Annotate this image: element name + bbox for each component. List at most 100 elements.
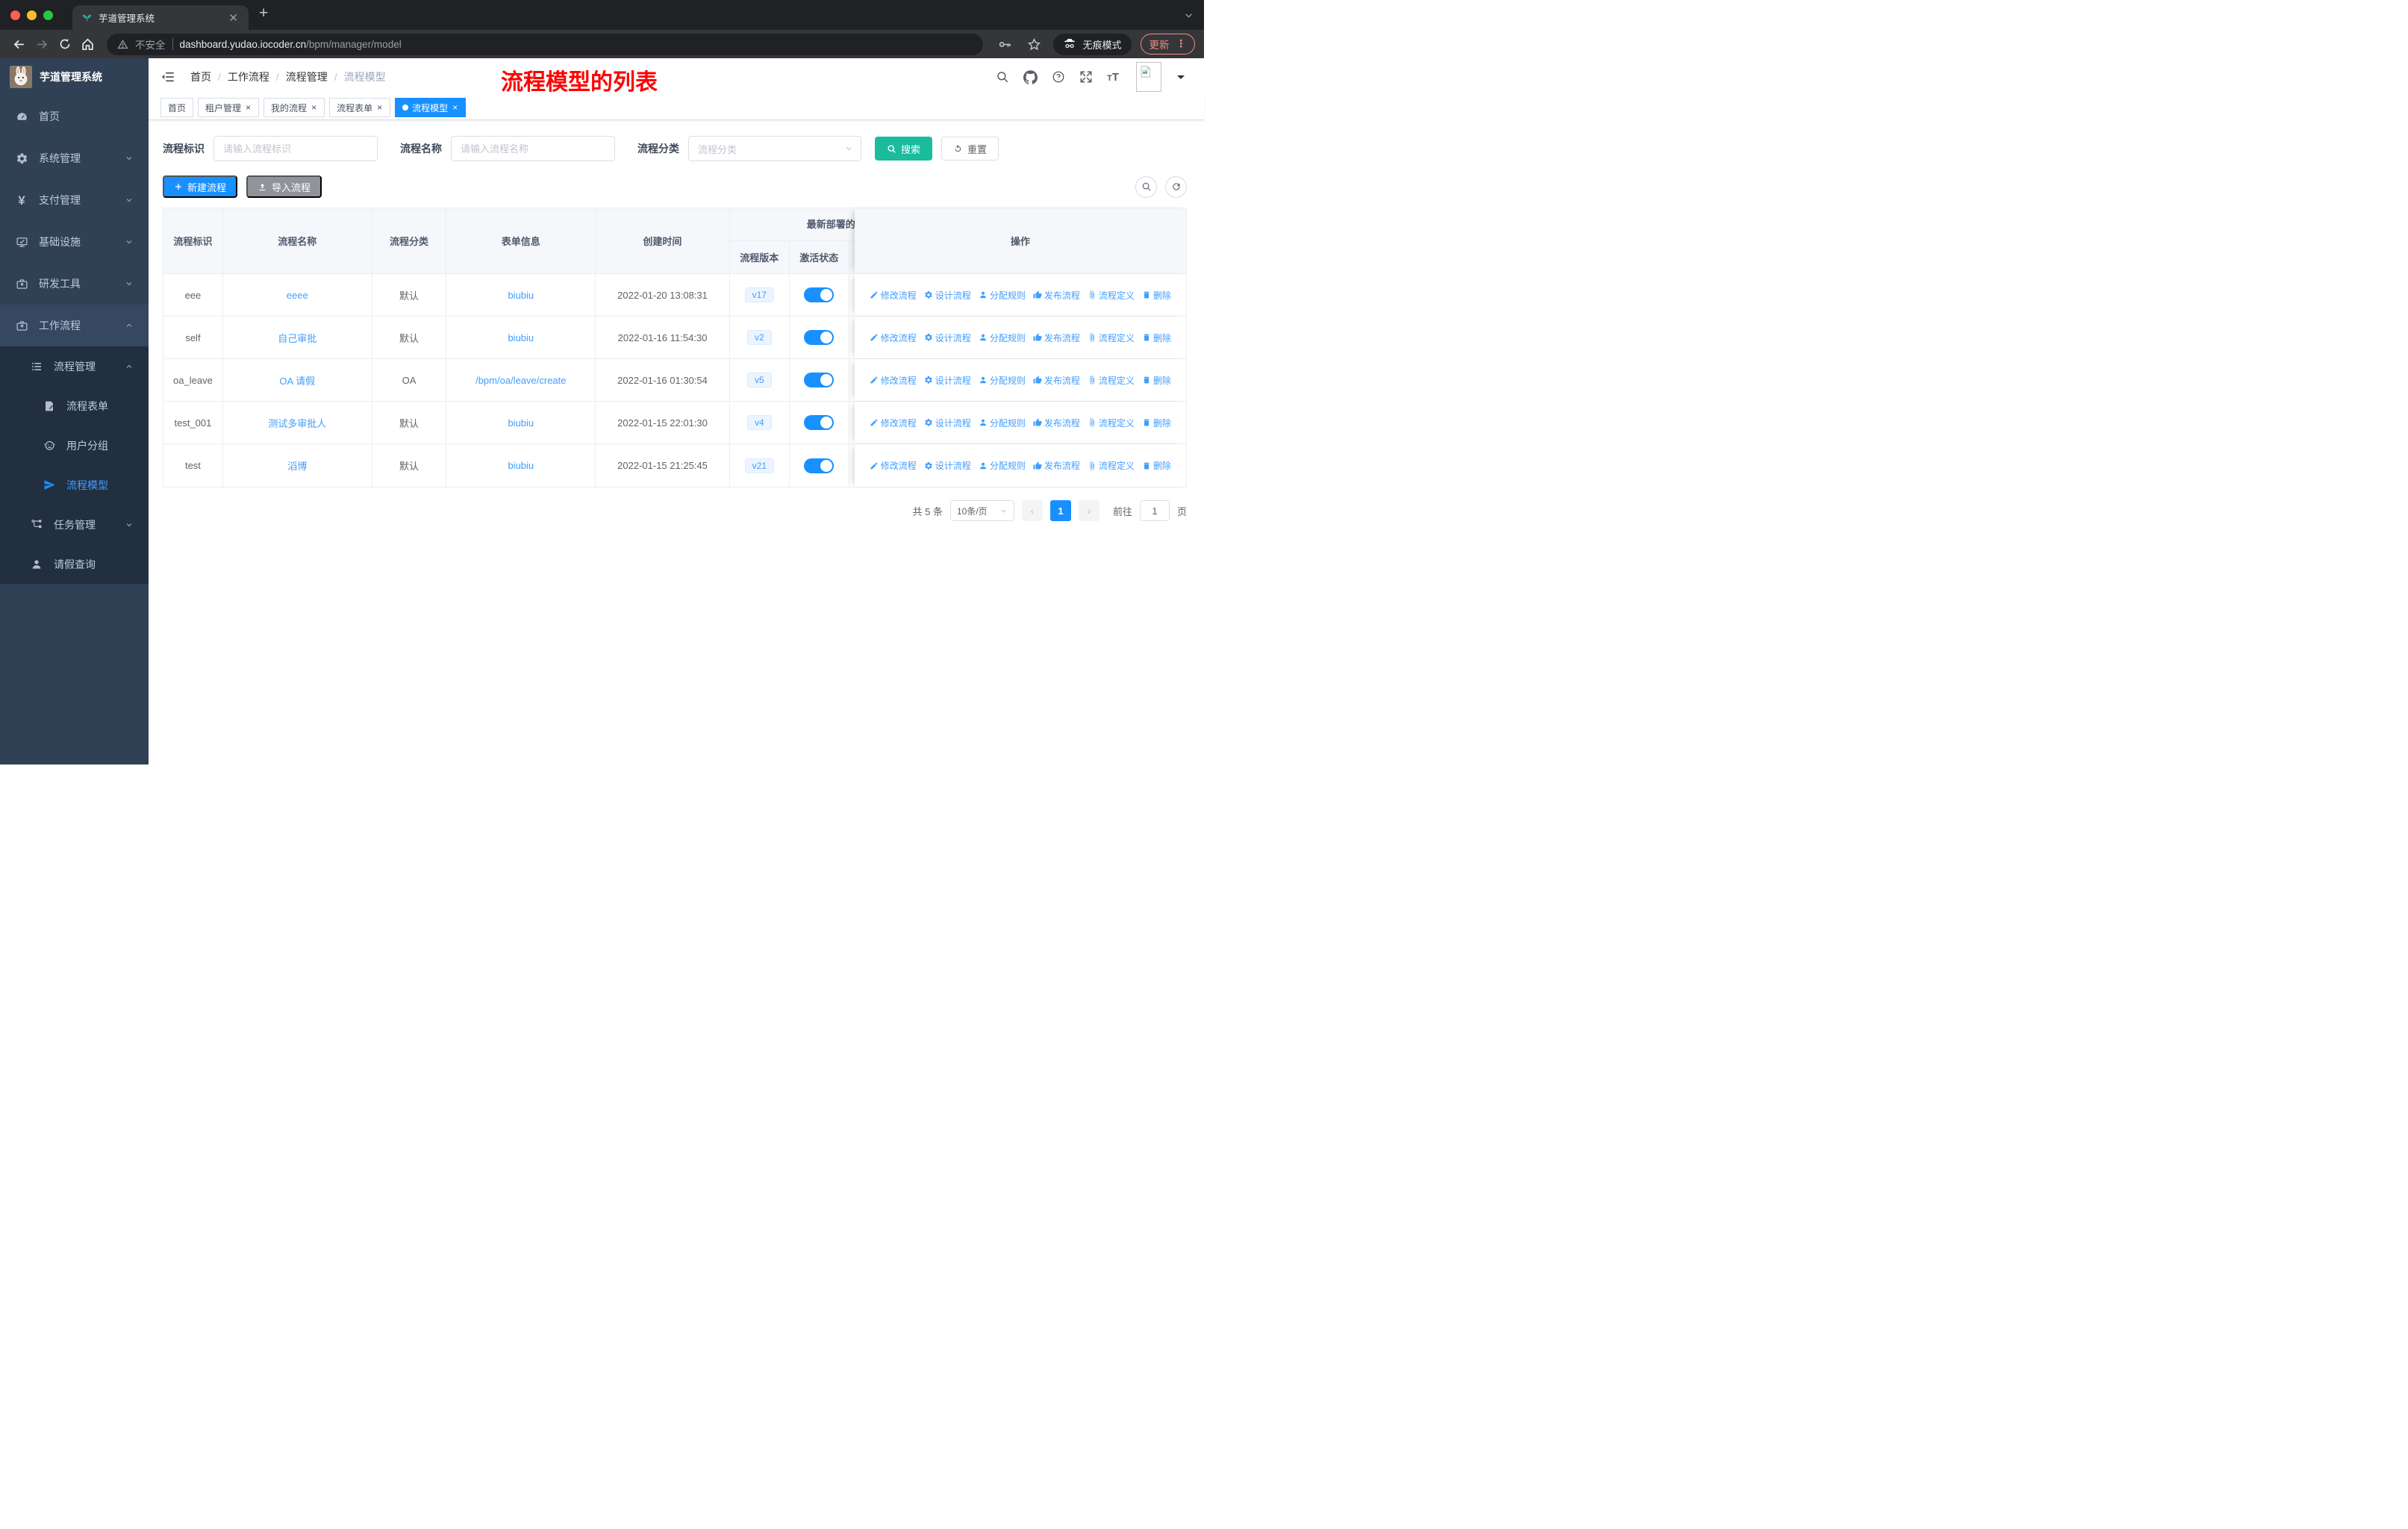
model-name-link[interactable]: 测试多审批人 bbox=[268, 416, 326, 430]
tag-home[interactable]: 首页 bbox=[160, 98, 194, 117]
form-link[interactable]: biubiu bbox=[508, 290, 534, 301]
tab-search-chevron-icon[interactable] bbox=[1184, 10, 1194, 20]
sidebar-item-process-form[interactable]: 流程表单 bbox=[0, 386, 149, 426]
github-icon[interactable] bbox=[1023, 69, 1038, 84]
security-warning-icon[interactable] bbox=[117, 39, 128, 50]
action-design-process[interactable]: 设计流程 bbox=[924, 289, 971, 302]
sidebar-item-user-group[interactable]: 用户分组 bbox=[0, 426, 149, 465]
action-design-process[interactable]: 设计流程 bbox=[924, 374, 971, 387]
action-assign-rule[interactable]: 分配规则 bbox=[979, 289, 1026, 302]
action-delete[interactable]: 删除 bbox=[1142, 331, 1171, 344]
forward-button[interactable] bbox=[32, 34, 52, 55]
breadcrumb-process-mgmt[interactable]: 流程管理 bbox=[286, 69, 328, 84]
action-edit-process[interactable]: 修改流程 bbox=[870, 289, 917, 302]
model-name-link[interactable]: 自己审批 bbox=[278, 331, 316, 345]
window-zoom-button[interactable] bbox=[43, 10, 53, 20]
action-design-process[interactable]: 设计流程 bbox=[924, 459, 971, 472]
action-process-definition[interactable]: 流程定义 bbox=[1088, 289, 1135, 302]
model-name-link[interactable]: OA 请假 bbox=[279, 373, 315, 387]
tag-close-icon[interactable]: × bbox=[452, 103, 458, 112]
breadcrumb-home[interactable]: 首页 bbox=[190, 69, 211, 84]
action-design-process[interactable]: 设计流程 bbox=[924, 417, 971, 429]
breadcrumb-workflow[interactable]: 工作流程 bbox=[228, 69, 269, 84]
sidebar-item-home[interactable]: 首页 bbox=[0, 96, 149, 137]
search-icon[interactable] bbox=[996, 70, 1009, 84]
form-link[interactable]: /bpm/oa/leave/create bbox=[475, 375, 566, 386]
form-link[interactable]: biubiu bbox=[508, 332, 534, 343]
search-button[interactable]: 搜索 bbox=[875, 137, 933, 161]
action-assign-rule[interactable]: 分配规则 bbox=[979, 374, 1026, 387]
sidebar-collapse-icon[interactable] bbox=[160, 69, 175, 84]
tag-process-form[interactable]: 流程表单 × bbox=[329, 98, 391, 117]
tag-tenant[interactable]: 租户管理 × bbox=[198, 98, 260, 117]
window-minimize-button[interactable] bbox=[27, 10, 37, 20]
model-name-link[interactable]: eeee bbox=[287, 290, 308, 301]
reload-button[interactable] bbox=[55, 34, 75, 54]
sidebar-item-workflow[interactable]: 工作流程 bbox=[0, 305, 149, 346]
action-assign-rule[interactable]: 分配规则 bbox=[979, 331, 1026, 344]
password-key-icon[interactable] bbox=[995, 34, 1015, 55]
reset-button[interactable]: 重置 bbox=[941, 137, 999, 161]
text-size-icon[interactable]: TT bbox=[1107, 71, 1119, 84]
sidebar-logo[interactable]: 芋道管理系统 bbox=[0, 58, 149, 96]
active-toggle[interactable] bbox=[804, 458, 835, 473]
import-process-button[interactable]: 导入流程 bbox=[246, 175, 322, 198]
browser-menu-dots-icon[interactable]: ⋮ bbox=[1176, 38, 1187, 50]
action-assign-rule[interactable]: 分配规则 bbox=[979, 459, 1026, 472]
action-delete[interactable]: 删除 bbox=[1142, 417, 1171, 429]
prev-page-button[interactable]: ‹ bbox=[1021, 500, 1043, 521]
sidebar-item-leave-query[interactable]: 请假查询 bbox=[0, 544, 149, 584]
action-process-definition[interactable]: 流程定义 bbox=[1088, 417, 1135, 429]
fullscreen-icon[interactable] bbox=[1079, 70, 1093, 84]
model-name-link[interactable]: 滔博 bbox=[287, 458, 307, 473]
bookmark-star-icon[interactable] bbox=[1024, 34, 1044, 55]
action-delete[interactable]: 删除 bbox=[1142, 459, 1171, 472]
sidebar-item-payment[interactable]: ¥ 支付管理 bbox=[0, 179, 149, 221]
active-toggle[interactable] bbox=[804, 287, 835, 302]
action-edit-process[interactable]: 修改流程 bbox=[870, 331, 917, 344]
goto-page-input[interactable] bbox=[1139, 500, 1170, 521]
action-process-definition[interactable]: 流程定义 bbox=[1088, 331, 1135, 344]
sidebar-item-system[interactable]: 系统管理 bbox=[0, 137, 149, 179]
back-button[interactable] bbox=[9, 34, 29, 55]
sidebar-item-process-mgmt[interactable]: 流程管理 bbox=[0, 346, 149, 386]
address-bar[interactable]: 不安全 dashboard.yudao.iocoder.cn/bpm/manag… bbox=[107, 33, 984, 55]
action-edit-process[interactable]: 修改流程 bbox=[870, 374, 917, 387]
action-publish-process[interactable]: 发布流程 bbox=[1033, 417, 1080, 429]
active-toggle[interactable] bbox=[804, 373, 835, 387]
action-publish-process[interactable]: 发布流程 bbox=[1033, 374, 1080, 387]
table-refresh-icon[interactable] bbox=[1165, 175, 1187, 198]
tag-close-icon[interactable]: × bbox=[376, 103, 383, 112]
help-question-icon[interactable] bbox=[1052, 70, 1065, 84]
page-size-select[interactable]: 10条/页 bbox=[949, 500, 1014, 521]
action-edit-process[interactable]: 修改流程 bbox=[870, 459, 917, 472]
window-close-button[interactable] bbox=[10, 10, 20, 20]
filter-id-input[interactable] bbox=[213, 136, 378, 161]
action-design-process[interactable]: 设计流程 bbox=[924, 331, 971, 344]
security-label[interactable]: 不安全 bbox=[135, 37, 166, 52]
tab-close-icon[interactable]: ✕ bbox=[227, 11, 240, 25]
browser-tab[interactable]: 芋道管理系统 ✕ bbox=[72, 5, 249, 30]
active-toggle[interactable] bbox=[804, 415, 835, 430]
tag-close-icon[interactable]: × bbox=[311, 103, 317, 112]
filter-name-input[interactable] bbox=[451, 136, 615, 161]
tag-my-process[interactable]: 我的流程 × bbox=[263, 98, 325, 117]
sidebar-item-devtools[interactable]: 研发工具 bbox=[0, 263, 149, 305]
action-publish-process[interactable]: 发布流程 bbox=[1033, 331, 1080, 344]
create-process-button[interactable]: 新建流程 bbox=[163, 175, 238, 198]
table-search-icon[interactable] bbox=[1135, 175, 1157, 198]
sidebar-item-infra[interactable]: 基础设施 bbox=[0, 221, 149, 263]
browser-update-button[interactable]: 更新 ⋮ bbox=[1140, 34, 1195, 55]
action-delete[interactable]: 删除 bbox=[1142, 374, 1171, 387]
tag-close-icon[interactable]: × bbox=[245, 103, 252, 112]
current-page-button[interactable]: 1 bbox=[1049, 500, 1071, 521]
home-button[interactable] bbox=[78, 34, 98, 55]
form-link[interactable]: biubiu bbox=[508, 460, 534, 471]
url-text[interactable]: dashboard.yudao.iocoder.cn/bpm/manager/m… bbox=[180, 39, 402, 50]
action-edit-process[interactable]: 修改流程 bbox=[870, 417, 917, 429]
next-page-button[interactable]: › bbox=[1078, 500, 1099, 521]
action-publish-process[interactable]: 发布流程 bbox=[1033, 459, 1080, 472]
sidebar-item-process-model[interactable]: 流程模型 bbox=[0, 465, 149, 505]
sidebar-item-task-mgmt[interactable]: 任务管理 bbox=[0, 505, 149, 544]
filter-category-select[interactable]: 流程分类 bbox=[688, 136, 861, 161]
